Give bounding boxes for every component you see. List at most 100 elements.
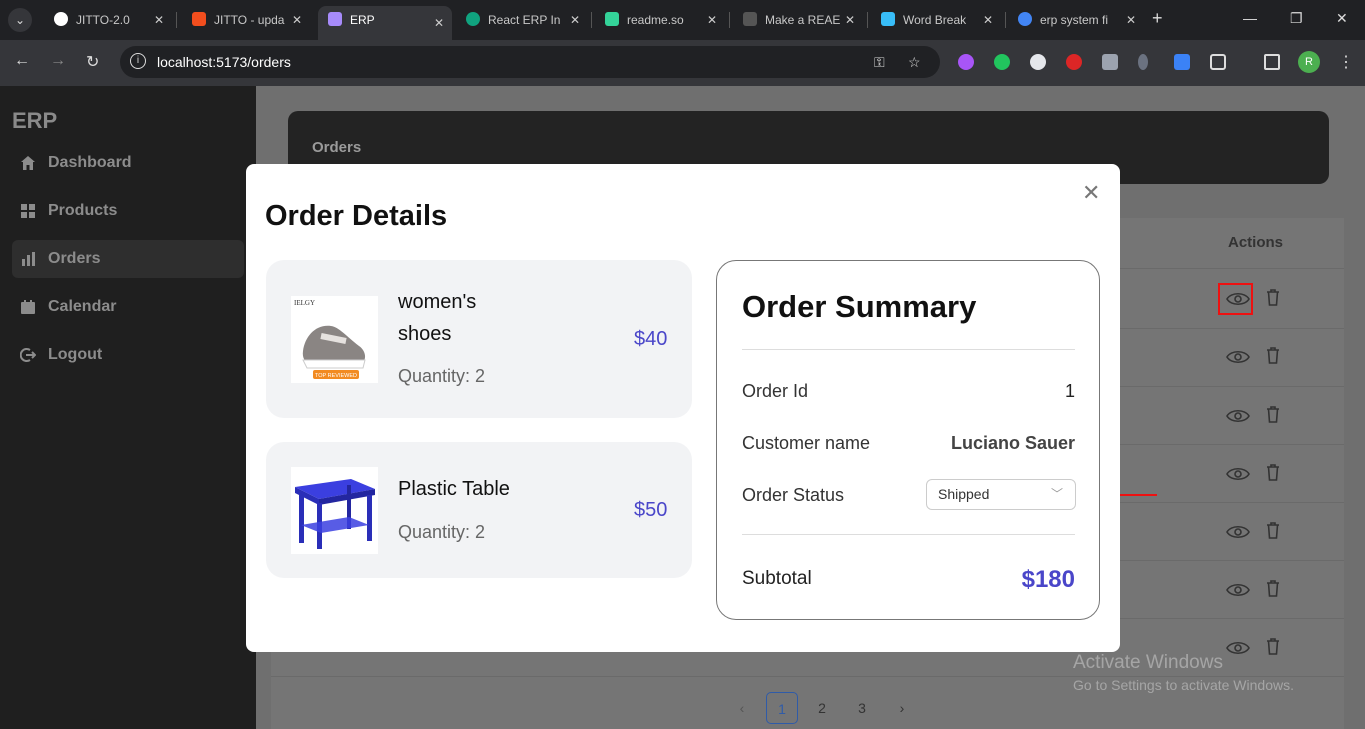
tab-erp[interactable]: ERP ✕ [318, 6, 452, 40]
product-quantity: Quantity: 2 [398, 522, 486, 542]
key-icon[interactable]: ⚿ [874, 54, 885, 71]
close-icon[interactable]: ✕ [983, 6, 993, 34]
windows-watermark: Activate Windows [1073, 652, 1223, 673]
close-icon[interactable]: ✕ [570, 6, 580, 34]
page-button-3[interactable]: 3 [846, 692, 878, 724]
home-icon [21, 156, 35, 170]
divider [742, 534, 1075, 535]
tab-make-readme[interactable]: Make a REAE ✕ [733, 6, 863, 34]
sidebar: ERP Dashboard Products Orders Calendar L… [0, 86, 256, 729]
tab-search-button[interactable]: ⌄ [8, 8, 32, 32]
eye-icon[interactable] [1226, 582, 1250, 598]
product-price: $40 [634, 328, 668, 350]
actions-column-header: Actions [1228, 234, 1284, 251]
eye-icon[interactable] [1226, 349, 1250, 365]
trash-icon[interactable] [1266, 346, 1280, 364]
trash-icon[interactable] [1266, 405, 1280, 423]
page-button-2[interactable]: 2 [806, 692, 838, 724]
customer-name-label: Customer name [742, 433, 871, 453]
star-icon[interactable]: ☆ [908, 54, 921, 71]
side-panel-icon[interactable] [1264, 54, 1280, 70]
new-tab-button[interactable]: + [1152, 8, 1163, 29]
eye-icon[interactable] [1226, 408, 1250, 424]
extension-icon[interactable] [1174, 54, 1190, 70]
product-quantity: Quantity: 2 [398, 366, 486, 386]
modal-title: Order Details [265, 200, 448, 232]
close-icon[interactable]: ✕ [434, 9, 444, 37]
extension-icon[interactable] [994, 54, 1010, 70]
page-title: Orders [312, 139, 362, 156]
eye-icon[interactable] [1226, 640, 1250, 656]
trash-icon[interactable] [1266, 463, 1280, 481]
kebab-menu-icon[interactable]: ⋮ [1338, 52, 1354, 72]
extension-icon[interactable] [1066, 54, 1082, 70]
trash-icon[interactable] [1266, 579, 1280, 597]
calendar-icon [21, 300, 35, 314]
minimize-icon[interactable]: — [1243, 10, 1257, 26]
reload-icon[interactable]: ↻ [86, 52, 99, 72]
tab-title: ERP [350, 13, 375, 27]
eye-icon[interactable] [1226, 291, 1250, 307]
order-status-select[interactable]: Shipped ﹀ [926, 479, 1076, 510]
forward-icon[interactable]: → [50, 52, 66, 70]
tab-word-break[interactable]: Word Break ✕ [871, 6, 1001, 34]
address-bar[interactable]: i localhost:5173/orders ⚿ ☆ [120, 46, 940, 78]
puzzle-icon[interactable] [1210, 54, 1226, 70]
close-icon[interactable]: ✕ [1082, 180, 1100, 206]
sidebar-item-products[interactable]: Products [12, 192, 244, 230]
tab-erp-system[interactable]: erp system fi ✕ [1008, 6, 1144, 34]
extension-icon[interactable] [1138, 54, 1148, 70]
document-icon [743, 12, 757, 26]
restore-icon[interactable]: ❐ [1290, 10, 1303, 27]
tab-jitto[interactable]: JITTO-2.0 ✕ [44, 6, 172, 34]
url-text[interactable]: localhost:5173/orders [157, 54, 291, 70]
tab-readme[interactable]: readme.so ✕ [595, 6, 725, 34]
chevron-down-icon: ﹀ [1050, 487, 1063, 501]
page-button-1[interactable]: 1 [766, 692, 798, 724]
eye-icon[interactable] [1226, 466, 1250, 482]
order-summary-card: Order Summary Order Id 1 Customer name L… [716, 260, 1100, 620]
chatgpt-icon [466, 12, 480, 26]
tab-figma[interactable]: JITTO - upda ✕ [182, 6, 310, 34]
sidebar-item-label: Products [48, 202, 118, 219]
trash-icon[interactable] [1266, 288, 1280, 306]
sidebar-item-dashboard[interactable]: Dashboard [12, 144, 244, 182]
window-close-icon[interactable]: ✕ [1336, 10, 1348, 27]
brand-logo: ERP [12, 108, 58, 133]
tab-title: JITTO - upda [214, 13, 285, 27]
summary-title: Order Summary [742, 289, 977, 324]
tailwind-icon [881, 12, 895, 26]
tab-react-erp[interactable]: React ERP In ✕ [456, 6, 588, 34]
extension-icon[interactable] [958, 54, 974, 70]
avatar[interactable]: R [1298, 51, 1320, 73]
close-icon[interactable]: ✕ [154, 6, 164, 34]
extension-icon[interactable] [1102, 54, 1118, 70]
back-icon[interactable]: ← [14, 52, 30, 70]
vite-icon [328, 12, 342, 26]
bar-chart-icon [22, 252, 35, 266]
extension-icon[interactable] [1030, 54, 1046, 70]
trash-icon[interactable] [1266, 637, 1280, 655]
site-info-icon[interactable]: i [130, 53, 146, 69]
close-icon[interactable]: ✕ [707, 6, 717, 34]
customer-name-value: Luciano Sauer [950, 433, 1075, 453]
next-page-icon[interactable]: › [886, 692, 918, 724]
product-name: women's [398, 291, 477, 313]
browser-toolbar: ← → ↻ i localhost:5173/orders ⚿ ☆ R ⋮ [0, 40, 1365, 86]
sidebar-item-calendar[interactable]: Calendar [12, 288, 244, 326]
sidebar-item-logout[interactable]: Logout [12, 336, 244, 374]
trash-icon[interactable] [1266, 521, 1280, 539]
close-icon[interactable]: ✕ [1126, 6, 1136, 34]
order-id-value: 1 [1064, 381, 1075, 401]
prev-page-icon[interactable]: ‹ [726, 692, 758, 724]
order-details-modal: ✕ Order Details IELGY TOP REVIEWED women… [246, 164, 1120, 652]
close-icon[interactable]: ✕ [845, 6, 855, 34]
close-icon[interactable]: ✕ [292, 6, 302, 34]
eye-icon[interactable] [1226, 524, 1250, 540]
sidebar-item-orders[interactable]: Orders [12, 240, 244, 278]
tab-separator [729, 12, 730, 28]
grid-icon [21, 204, 35, 218]
product-name-line2: shoes [398, 323, 452, 345]
tab-favicon-icon [54, 12, 68, 26]
order-status-label: Order Status [742, 485, 845, 505]
